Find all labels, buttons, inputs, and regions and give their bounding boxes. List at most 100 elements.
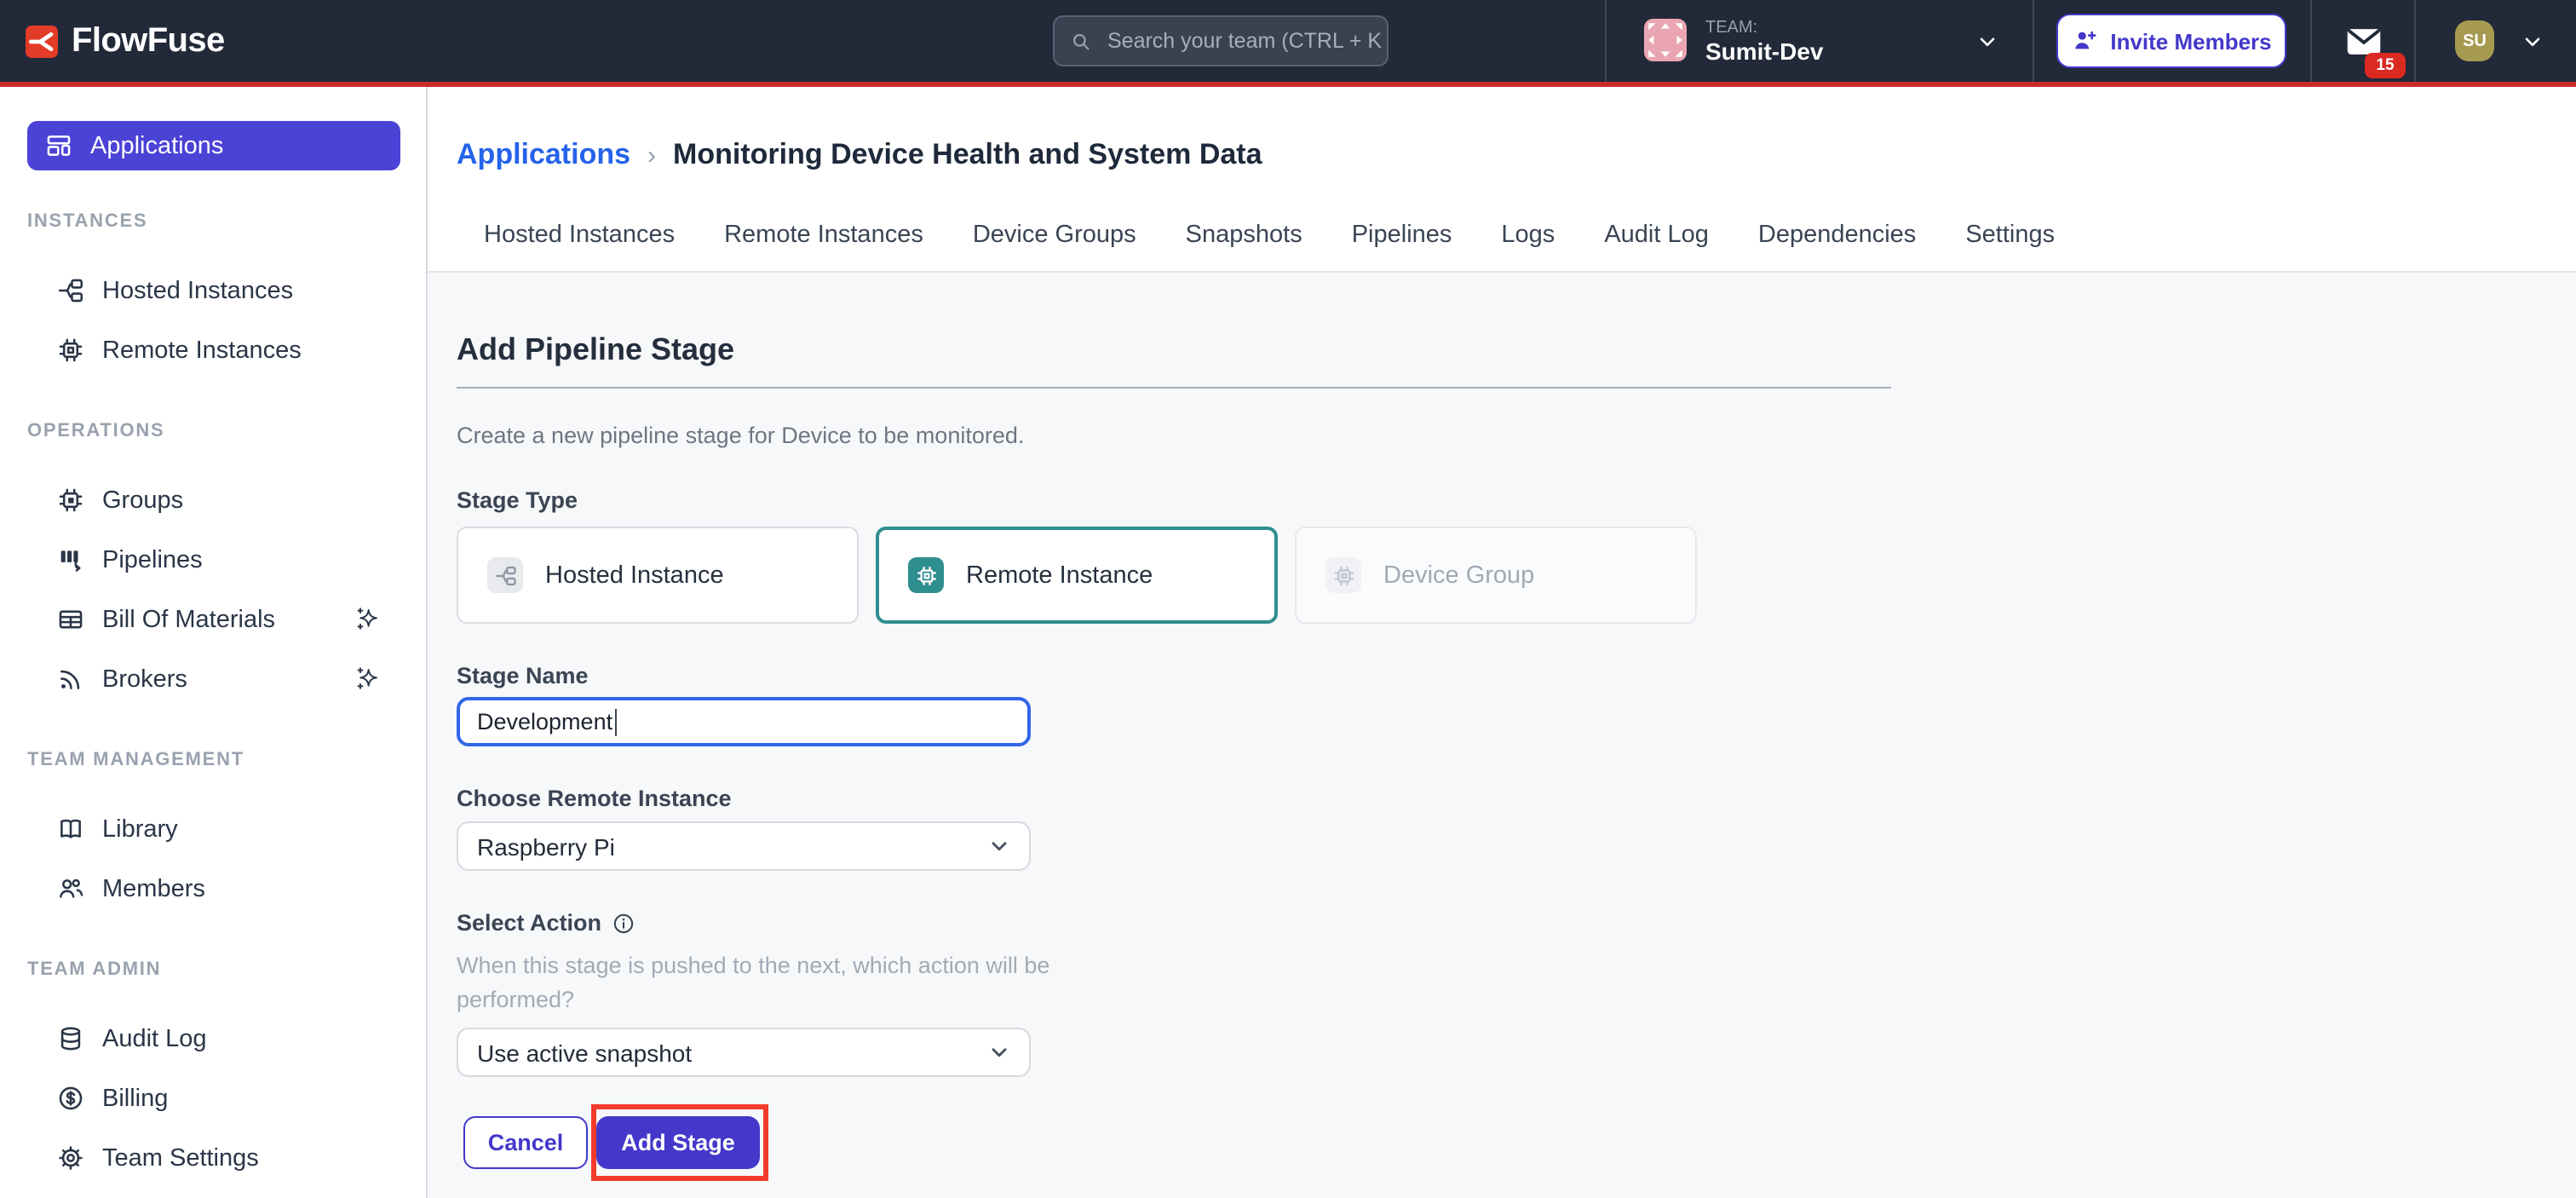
sidebar-item-label: Team Settings [102, 1144, 259, 1172]
tab-audit-log[interactable]: Audit Log [1604, 216, 1709, 254]
tab-pipelines[interactable]: Pipelines [1352, 216, 1452, 254]
tab-logs[interactable]: Logs [1501, 216, 1555, 254]
sidebar-item-hosted-instances[interactable]: Hosted Instances [0, 261, 426, 320]
members-icon [56, 874, 85, 903]
invite-members-button[interactable]: Invite Members [2056, 14, 2286, 68]
sidebar-item-bill-of-materials[interactable]: Bill Of Materials [0, 590, 426, 649]
stage-type-remote-instance[interactable]: Remote Instance [876, 527, 1278, 624]
tab-remote-instances[interactable]: Remote Instances [724, 216, 923, 254]
sidebar-item-label: Bill Of Materials [102, 606, 275, 633]
team-name: Sumit-Dev [1705, 39, 1823, 65]
device-group-icon [1325, 557, 1361, 593]
stage-type-hosted-instance[interactable]: Hosted Instance [457, 527, 859, 624]
team-chevron-down-icon[interactable] [1976, 31, 1998, 53]
flowfuse-app: FlowFuse TEAM: Sumit-Dev I [0, 0, 2576, 1198]
invite-members-label: Invite Members [2110, 28, 2271, 54]
form-divider [457, 387, 1891, 389]
info-icon[interactable] [612, 912, 635, 936]
main-content: Applications › Monitoring Device Health … [428, 87, 2576, 1198]
sidebar-item-groups[interactable]: Groups [0, 470, 426, 530]
remote-instance-selected-value: Raspberry Pi [477, 832, 615, 860]
billing-icon [56, 1084, 85, 1113]
brokers-icon [56, 665, 85, 694]
sidebar-item-library[interactable]: Library [0, 799, 426, 859]
sidebar-item-remote-instances[interactable]: Remote Instances [0, 320, 426, 380]
sidebar-section-team-admin: TEAM ADMIN [27, 959, 426, 982]
stage-type-option-label: Device Group [1383, 562, 1534, 589]
form-description: Create a new pipeline stage for Device t… [457, 424, 2576, 448]
stage-name-label: Stage Name [457, 665, 2576, 688]
sidebar-item-applications[interactable]: Applications [27, 121, 400, 170]
form-actions: Cancel Add Stage [463, 1116, 2576, 1169]
sidebar-item-pipelines[interactable]: Pipelines [0, 530, 426, 590]
sidebar-section-instances: INSTANCES [27, 211, 426, 233]
sidebar-item-brokers[interactable]: Brokers [0, 649, 426, 709]
select-action-label-text: Select Action [457, 912, 601, 936]
brand-name: FlowFuse [72, 21, 225, 60]
sidebar-item-label: Brokers [102, 665, 187, 693]
sidebar-item-label: Billing [102, 1085, 168, 1112]
tab-dependencies[interactable]: Dependencies [1758, 216, 1916, 254]
page-header: Applications › Monitoring Device Health … [428, 87, 2576, 273]
cancel-button[interactable]: Cancel [463, 1116, 588, 1169]
search-icon [1070, 30, 1092, 52]
library-icon [56, 815, 85, 844]
sidebar-item-billing[interactable]: Billing [0, 1068, 426, 1128]
stage-type-option-label: Hosted Instance [545, 562, 724, 589]
breadcrumb-applications-link[interactable]: Applications [457, 138, 630, 172]
sidebar-item-audit-log[interactable]: Audit Log [0, 1009, 426, 1068]
tab-hosted-instances[interactable]: Hosted Instances [484, 216, 675, 254]
team-search[interactable] [1053, 15, 1389, 66]
nav-divider [2033, 0, 2034, 82]
sidebar-item-label: Hosted Instances [102, 277, 293, 304]
sidebar-section-operations: OPERATIONS [27, 421, 426, 443]
stage-name-input[interactable]: Development [457, 697, 1031, 746]
tab-snapshots[interactable]: Snapshots [1186, 216, 1302, 254]
remote-instance-select[interactable]: Raspberry Pi [457, 821, 1031, 871]
hosted-instance-icon [487, 557, 523, 593]
stage-type-option-label: Remote Instance [966, 562, 1153, 589]
remote-instances-icon [56, 336, 85, 365]
search-input[interactable] [1104, 27, 1385, 55]
nav-divider [2310, 0, 2312, 82]
flowfuse-logo-icon [26, 25, 58, 57]
notification-count-badge: 15 [2365, 53, 2406, 78]
stage-type-options: Hosted Instance Remote Instance Device G… [457, 527, 2576, 624]
add-stage-button[interactable]: Add Stage [596, 1116, 760, 1169]
tab-settings[interactable]: Settings [1965, 216, 2055, 254]
application-tabs: Hosted Instances Remote Instances Device… [484, 216, 2576, 254]
add-pipeline-stage-form: Add Pipeline Stage Create a new pipeline… [428, 273, 2576, 1169]
nav-divider [1605, 0, 1607, 82]
action-select[interactable]: Use active snapshot [457, 1028, 1031, 1077]
team-avatar [1644, 19, 1687, 61]
sidebar: Applications INSTANCES Hosted Instances … [0, 87, 428, 1198]
bill-of-materials-icon [56, 605, 85, 634]
breadcrumb: Applications › Monitoring Device Health … [457, 138, 2576, 172]
notifications-button[interactable]: 15 [2346, 27, 2407, 82]
user-menu-chevron-down-icon[interactable] [2521, 31, 2544, 53]
flowfuse-logo[interactable]: FlowFuse [26, 0, 225, 82]
sparkles-icon [354, 605, 382, 632]
sidebar-item-label: Applications [90, 132, 223, 159]
sidebar-item-members[interactable]: Members [0, 859, 426, 919]
user-plus-icon [2071, 27, 2098, 55]
team-selector[interactable]: TEAM: Sumit-Dev [1644, 19, 1823, 65]
chevron-down-icon [988, 1041, 1010, 1063]
sidebar-item-label: Groups [102, 487, 183, 514]
team-settings-icon [56, 1143, 85, 1172]
hosted-instances-icon [56, 276, 85, 305]
groups-icon [56, 486, 85, 515]
user-avatar[interactable]: SU [2455, 20, 2494, 61]
stage-type-label: Stage Type [457, 489, 2576, 513]
sidebar-section-team-management: TEAM MANAGEMENT [27, 750, 426, 772]
form-title: Add Pipeline Stage [457, 334, 2576, 365]
chevron-down-icon [988, 835, 1010, 857]
tab-device-groups[interactable]: Device Groups [973, 216, 1136, 254]
sidebar-item-label: Audit Log [102, 1025, 207, 1052]
select-action-label: Select Action [457, 912, 2576, 936]
stage-type-device-group: Device Group [1295, 527, 1697, 624]
sidebar-item-label: Pipelines [102, 546, 203, 573]
text-cursor [614, 708, 617, 735]
sidebar-item-team-settings[interactable]: Team Settings [0, 1128, 426, 1188]
sidebar-item-label: Library [102, 815, 178, 843]
